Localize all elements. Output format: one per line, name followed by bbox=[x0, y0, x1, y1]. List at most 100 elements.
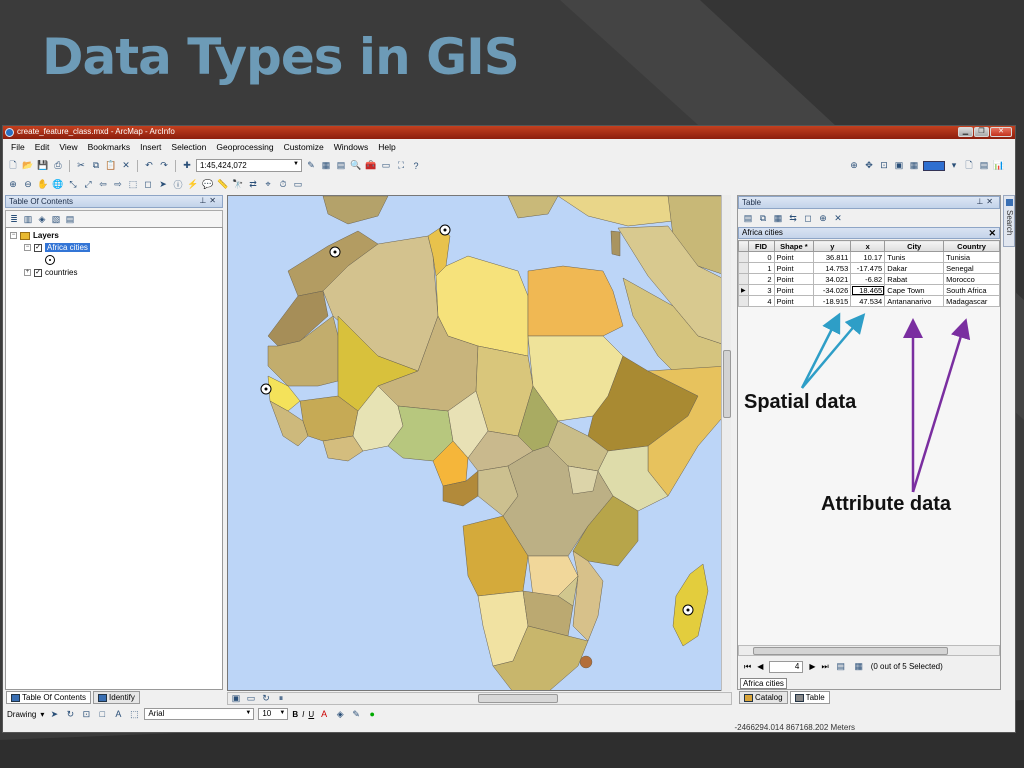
select-elements-icon[interactable]: ➤ bbox=[48, 708, 60, 720]
next-record-icon[interactable]: ▶ bbox=[809, 662, 815, 671]
switch-selection-icon[interactable]: ⇆ bbox=[787, 212, 799, 224]
cell-country[interactable]: Morocco bbox=[943, 273, 1000, 285]
report-icon[interactable]: ▤ bbox=[978, 160, 990, 172]
refresh-icon[interactable]: ↻ bbox=[260, 693, 272, 705]
column-header-shape[interactable]: Shape * bbox=[773, 240, 815, 252]
tree-row-africa-cities[interactable]: − ✓ Africa cities bbox=[24, 243, 90, 252]
redo-icon[interactable]: ↷ bbox=[158, 160, 170, 172]
cell-shape[interactable]: Point bbox=[773, 273, 815, 285]
cell-fid[interactable]: 3 bbox=[747, 284, 775, 296]
tree-row-countries[interactable]: + ✓ countries bbox=[24, 268, 77, 277]
arctoolbox-icon[interactable]: 🧰 bbox=[365, 160, 377, 172]
table-row[interactable]: 4 Point -18.915 47.534 Antananarivo Mada… bbox=[738, 295, 1000, 307]
fill-color-swatch[interactable] bbox=[923, 160, 945, 171]
menu-insert[interactable]: Insert bbox=[136, 141, 165, 156]
text-tool-icon[interactable]: A bbox=[112, 708, 124, 720]
grid-icon[interactable]: ▦ bbox=[908, 160, 920, 172]
font-color-icon[interactable]: A bbox=[318, 708, 330, 720]
previous-record-icon[interactable]: ◀ bbox=[757, 662, 763, 671]
hyperlink-icon[interactable]: ⚡ bbox=[187, 179, 199, 191]
scrollbar-thumb[interactable] bbox=[723, 350, 731, 418]
menu-bookmarks[interactable]: Bookmarks bbox=[84, 141, 135, 156]
paste-icon[interactable]: 📋 bbox=[105, 160, 117, 172]
map-view[interactable] bbox=[227, 195, 727, 691]
cell-x-active[interactable]: 18.465 bbox=[850, 284, 886, 296]
edit-vertices-icon[interactable]: ⬚ bbox=[128, 708, 140, 720]
data-view-icon[interactable]: ▣ bbox=[230, 693, 242, 705]
layout-view-icon[interactable]: ▭ bbox=[245, 693, 257, 705]
full-extent-icon[interactable]: 🌐 bbox=[52, 179, 64, 191]
italic-button[interactable]: I bbox=[302, 710, 304, 719]
zoom-in-icon[interactable]: ⊕ bbox=[7, 179, 19, 191]
cell-y[interactable]: -34.026 bbox=[813, 284, 852, 296]
find-route-icon[interactable]: ⇄ bbox=[247, 179, 259, 191]
africa-map[interactable] bbox=[228, 196, 727, 691]
city-point-rabat[interactable] bbox=[329, 246, 341, 258]
first-record-icon[interactable]: ⏮ bbox=[744, 662, 751, 672]
modelbuilder-icon[interactable]: ⛶ bbox=[395, 160, 407, 172]
cell-country[interactable]: Tunisia bbox=[943, 251, 1000, 263]
show-selected-records-icon[interactable]: ▦ bbox=[853, 661, 865, 673]
dropdown-arrow-icon[interactable]: ▾ bbox=[948, 160, 960, 172]
cell-x[interactable]: -6.82 bbox=[850, 273, 886, 285]
zoom-layout-icon[interactable]: ⊕ bbox=[848, 160, 860, 172]
catalog-icon[interactable]: ▤ bbox=[335, 160, 347, 172]
tab-table-of-contents[interactable]: Table Of Contents bbox=[6, 691, 92, 704]
cell-city[interactable]: Dakar bbox=[884, 262, 945, 274]
list-by-source-icon[interactable]: ▥ bbox=[22, 213, 34, 225]
select-by-attributes-icon[interactable]: ▦ bbox=[772, 212, 784, 224]
window-titlebar[interactable]: create_feature_class.mxd - ArcMap - ArcI… bbox=[3, 126, 1015, 139]
collapse-icon[interactable]: − bbox=[10, 232, 17, 239]
copy-icon[interactable]: ⧉ bbox=[90, 160, 102, 172]
city-point-antananarivo[interactable] bbox=[682, 604, 694, 616]
identify-icon[interactable]: ⓘ bbox=[172, 179, 184, 191]
close-table-tab-icon[interactable]: ✕ bbox=[988, 228, 996, 239]
clear-selection-icon[interactable]: ◻ bbox=[802, 212, 814, 224]
cell-city[interactable]: Tunis bbox=[884, 251, 945, 263]
menu-help[interactable]: Help bbox=[374, 141, 399, 156]
drawing-menu-arrow-icon[interactable]: ▾ bbox=[40, 710, 44, 719]
new-document-icon[interactable]: 🗋 bbox=[7, 160, 19, 172]
table-horizontal-scrollbar[interactable] bbox=[738, 645, 1000, 656]
bold-button[interactable]: B bbox=[292, 710, 298, 719]
cell-shape[interactable]: Point bbox=[773, 262, 815, 274]
layout-view-icon[interactable]: ▣ bbox=[893, 160, 905, 172]
table-pin-close-icon[interactable]: ⊥✕ bbox=[976, 197, 996, 206]
tree-row-layers[interactable]: − Layers bbox=[10, 231, 59, 240]
minimize-button[interactable]: ▁ bbox=[958, 127, 973, 137]
cell-city[interactable]: Antananarivo bbox=[884, 295, 945, 307]
column-header-x[interactable]: x bbox=[850, 240, 886, 252]
row-selector[interactable] bbox=[738, 295, 749, 307]
fill-color-icon[interactable]: ◈ bbox=[334, 708, 346, 720]
table-options-icon[interactable]: ▤ bbox=[742, 212, 754, 224]
menu-windows[interactable]: Windows bbox=[330, 141, 372, 156]
tree-row-point-symbol[interactable] bbox=[45, 255, 55, 265]
table-row-current[interactable]: ▶ 3 Point -34.026 18.465 Cape Town South… bbox=[738, 284, 1000, 296]
line-color-icon[interactable]: ✎ bbox=[350, 708, 362, 720]
cell-country[interactable]: Madagascar bbox=[943, 295, 1000, 307]
list-by-visibility-icon[interactable]: ◈ bbox=[36, 213, 48, 225]
editor-icon[interactable]: ✎ bbox=[305, 160, 317, 172]
cell-x[interactable]: -17.475 bbox=[850, 262, 886, 274]
toc-options-icon[interactable]: ▤ bbox=[64, 213, 76, 225]
table-tab-header[interactable]: Africa cities ✕ bbox=[738, 227, 1000, 239]
cell-y[interactable]: 34.021 bbox=[813, 273, 852, 285]
fixed-zoom-in-icon[interactable]: ⤡ bbox=[67, 179, 79, 191]
pan-hand-icon[interactable]: ✋ bbox=[37, 179, 49, 191]
city-point-dakar[interactable] bbox=[260, 383, 272, 395]
related-tables-icon[interactable]: ⧉ bbox=[757, 212, 769, 224]
select-arrow-icon[interactable]: ➤ bbox=[157, 179, 169, 191]
close-button[interactable]: ✕ bbox=[990, 127, 1012, 137]
font-name-select[interactable]: Arial bbox=[144, 708, 255, 720]
font-size-select[interactable]: 10 bbox=[258, 708, 289, 720]
layer-visibility-checkbox[interactable]: ✓ bbox=[34, 243, 42, 252]
search-side-tab[interactable]: Search bbox=[1003, 195, 1015, 247]
time-slider-icon[interactable]: ⏱ bbox=[277, 179, 289, 191]
fixed-zoom-icon[interactable]: ⊡ bbox=[878, 160, 890, 172]
menu-file[interactable]: File bbox=[7, 141, 29, 156]
list-by-selection-icon[interactable]: ▧ bbox=[50, 213, 62, 225]
pause-drawing-icon[interactable]: ⏸ bbox=[275, 693, 287, 705]
scrollbar-thumb[interactable] bbox=[753, 647, 948, 655]
create-viewer-icon[interactable]: ▭ bbox=[292, 179, 304, 191]
cell-fid[interactable]: 1 bbox=[747, 262, 775, 274]
